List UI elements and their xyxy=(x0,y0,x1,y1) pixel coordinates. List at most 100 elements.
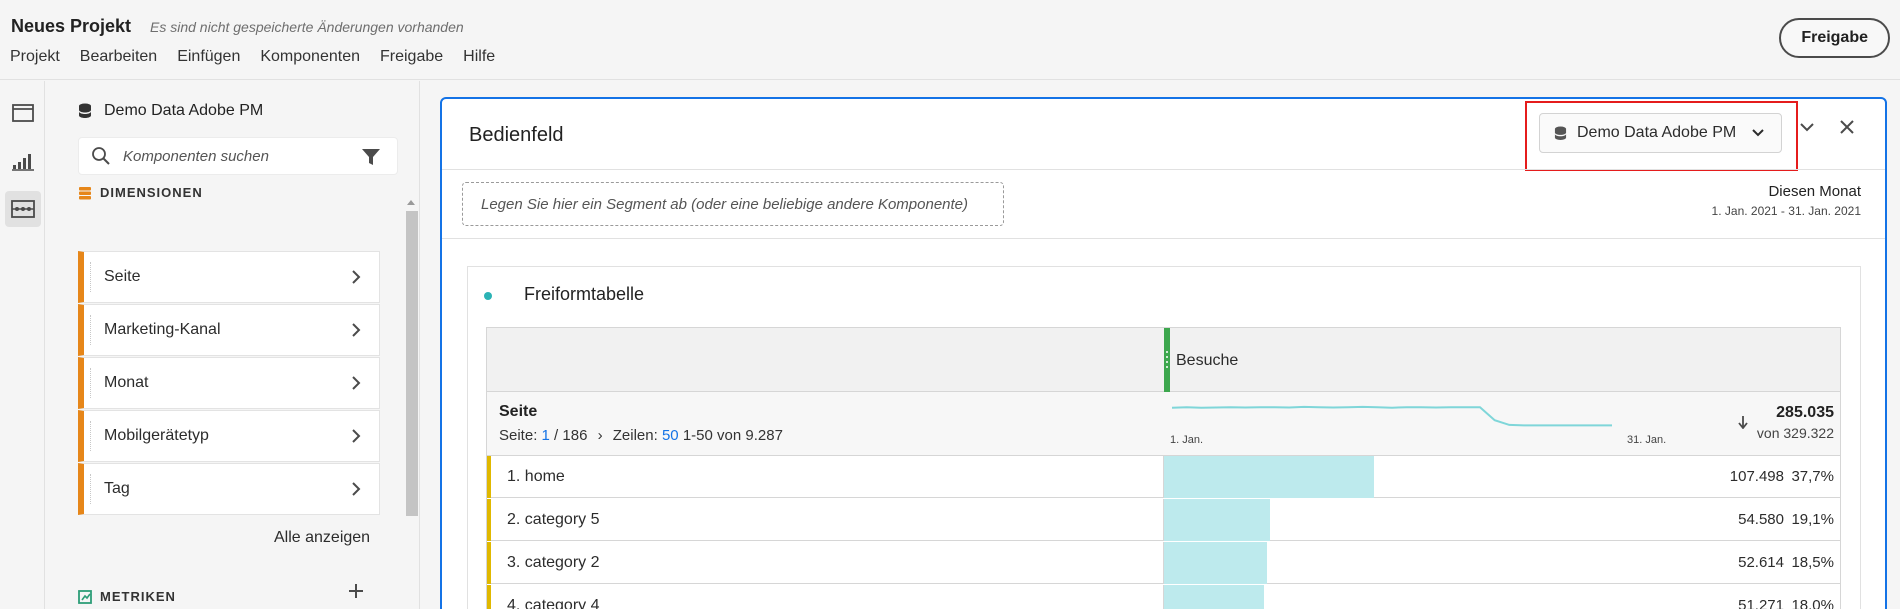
metric-name: Besuche xyxy=(1176,352,1239,369)
row-percent: 37,7% xyxy=(1791,468,1834,485)
menu-bearbeiten[interactable]: Bearbeiten xyxy=(80,48,157,66)
menu-komponenten[interactable]: Komponenten xyxy=(260,48,360,66)
table-row[interactable]: 3. category 2 52.614 18,5% xyxy=(487,542,1840,584)
status-dot xyxy=(484,292,492,300)
components-scrollbar[interactable] xyxy=(404,199,418,609)
menu-projekt[interactable]: Projekt xyxy=(10,48,60,66)
sparkline-end-label: 31. Jan. xyxy=(1627,434,1667,446)
dimension-item-seite[interactable]: Seite xyxy=(78,251,380,303)
row-bar xyxy=(1164,585,1264,609)
dimension-icon xyxy=(79,186,91,199)
visualization-title[interactable]: Freiformtabelle xyxy=(524,284,644,305)
freeform-table: Freiformtabelle Besuche Seite Seite: 1 /… xyxy=(467,266,1861,609)
filter-icon[interactable] xyxy=(361,147,381,167)
row-range: 1-50 von 9.287 xyxy=(682,427,783,444)
chevron-down-icon xyxy=(1752,129,1764,137)
data-source-label: Demo Data Adobe PM xyxy=(104,102,264,119)
row-label[interactable]: 4. category 4 xyxy=(507,597,600,609)
metric-total: 285.035 xyxy=(1776,404,1834,421)
dimension-label: Seite xyxy=(104,268,141,285)
data-source[interactable]: Demo Data Adobe PM xyxy=(78,102,263,120)
dimension-item-monat[interactable]: Monat xyxy=(78,357,380,409)
metric-column-header[interactable]: Besuche xyxy=(1164,328,1840,392)
metrics-section-title: METRIKEN xyxy=(78,589,176,604)
row-bar xyxy=(1164,456,1374,498)
panel-title[interactable]: Bedienfeld xyxy=(469,124,564,147)
chevron-right-icon xyxy=(352,270,361,284)
sparkline-start-label: 1. Jan. xyxy=(1170,434,1204,446)
rows-label: Zeilen: xyxy=(612,427,658,444)
search-placeholder: Komponenten suchen xyxy=(123,147,269,165)
row-highlight xyxy=(487,499,491,541)
dimensions-label: DIMENSIONEN xyxy=(100,185,203,200)
report-suite-selector[interactable]: Demo Data Adobe PM xyxy=(1539,113,1782,153)
components-panel: Demo Data Adobe PM Komponenten suchen DI… xyxy=(46,81,420,609)
row-percent: 18,5% xyxy=(1791,554,1834,571)
row-bar xyxy=(1164,499,1270,541)
row-percent: 18,0% xyxy=(1791,597,1834,609)
table-row[interactable]: 2. category 5 54.580 19,1% xyxy=(487,499,1840,541)
next-page-icon[interactable]: › xyxy=(592,427,609,444)
row-label[interactable]: 2. category 5 xyxy=(507,511,600,529)
row-highlight xyxy=(487,456,491,498)
share-button[interactable]: Freigabe xyxy=(1779,18,1890,58)
unsaved-notice: Es sind nicht gespeicherte Änderungen vo… xyxy=(150,19,464,35)
metric-icon xyxy=(78,589,92,604)
dimension-item-marketing-kanal[interactable]: Marketing-Kanal xyxy=(78,304,380,356)
dimension-column-header[interactable]: Seite xyxy=(499,403,537,421)
database-icon xyxy=(79,103,91,118)
row-bar xyxy=(1164,542,1267,584)
dimension-list: Seite Marketing-Kanal Monat Mobilgerätet… xyxy=(78,251,380,516)
row-value: 51.271 xyxy=(1738,597,1784,609)
project-title[interactable]: Neues Projekt xyxy=(11,16,131,37)
table-grid: Besuche Seite Seite: 1 / 186 › Zeilen: 5… xyxy=(486,327,1841,609)
chevron-right-icon xyxy=(352,482,361,496)
collapse-panel-icon[interactable] xyxy=(1799,119,1815,135)
top-bar: Neues Projekt Es sind nicht gespeicherte… xyxy=(0,0,1900,80)
drag-handle-icon[interactable] xyxy=(1164,328,1170,392)
scroll-up-icon[interactable] xyxy=(407,199,415,205)
date-range-value: 1. Jan. 2021 - 31. Jan. 2021 xyxy=(1711,204,1861,218)
dimension-item-tag[interactable]: Tag xyxy=(78,463,380,515)
dimension-label: Marketing-Kanal xyxy=(104,321,221,338)
panel-icon[interactable] xyxy=(5,95,41,131)
component-search-input[interactable]: Komponenten suchen xyxy=(78,137,398,175)
close-panel-icon[interactable] xyxy=(1839,119,1855,135)
dimension-item-mobilgeraetetyp[interactable]: Mobilgerätetyp xyxy=(78,410,380,462)
menu-freigabe[interactable]: Freigabe xyxy=(380,48,443,66)
table-header: Besuche xyxy=(487,328,1840,392)
page-number[interactable]: 1 xyxy=(542,427,550,444)
left-rail xyxy=(0,81,45,609)
scrollbar-thumb[interactable] xyxy=(406,211,418,516)
show-all-link[interactable]: Alle anzeigen xyxy=(274,529,370,547)
row-label[interactable]: 1. home xyxy=(507,468,565,486)
dimension-label: Monat xyxy=(104,374,149,391)
page-label: Seite: xyxy=(499,427,538,444)
metrics-label: METRIKEN xyxy=(100,589,176,604)
dropzone-divider xyxy=(442,238,1885,239)
row-label[interactable]: 3. category 2 xyxy=(507,554,600,572)
row-highlight xyxy=(487,542,491,584)
chevron-right-icon xyxy=(352,376,361,390)
analysis-panel: Bedienfeld Demo Data Adobe PM Legen Sie … xyxy=(440,97,1887,609)
database-icon xyxy=(1554,126,1567,140)
dimension-label: Mobilgerätetyp xyxy=(104,427,209,444)
visualizations-icon[interactable] xyxy=(5,143,41,179)
segment-dropzone[interactable]: Legen Sie hier ein Segment ab (oder eine… xyxy=(462,182,1004,226)
components-icon[interactable] xyxy=(5,191,41,227)
table-subheader: Seite Seite: 1 / 186 › Zeilen: 50 1-50 v… xyxy=(487,392,1840,456)
metric-total-of: von 329.322 xyxy=(1756,425,1834,441)
add-metric-icon[interactable] xyxy=(348,583,364,599)
menu-hilfe[interactable]: Hilfe xyxy=(463,48,495,66)
table-row[interactable]: 1. home 107.498 37,7% xyxy=(487,456,1840,498)
rows-per-page[interactable]: 50 xyxy=(662,427,679,444)
table-row[interactable]: 4. category 4 51.271 18,0% xyxy=(487,585,1840,609)
sort-descending-icon[interactable] xyxy=(1738,415,1748,429)
menu-einfuegen[interactable]: Einfügen xyxy=(177,48,240,66)
pagination: Seite: 1 / 186 › Zeilen: 50 1-50 von 9.2… xyxy=(499,427,783,444)
page-total: / 186 xyxy=(554,427,588,444)
sparkline-line xyxy=(1171,405,1612,427)
chevron-right-icon xyxy=(352,429,361,443)
date-range[interactable]: Diesen Monat 1. Jan. 2021 - 31. Jan. 202… xyxy=(1712,183,1861,218)
sparkline xyxy=(1171,405,1612,427)
